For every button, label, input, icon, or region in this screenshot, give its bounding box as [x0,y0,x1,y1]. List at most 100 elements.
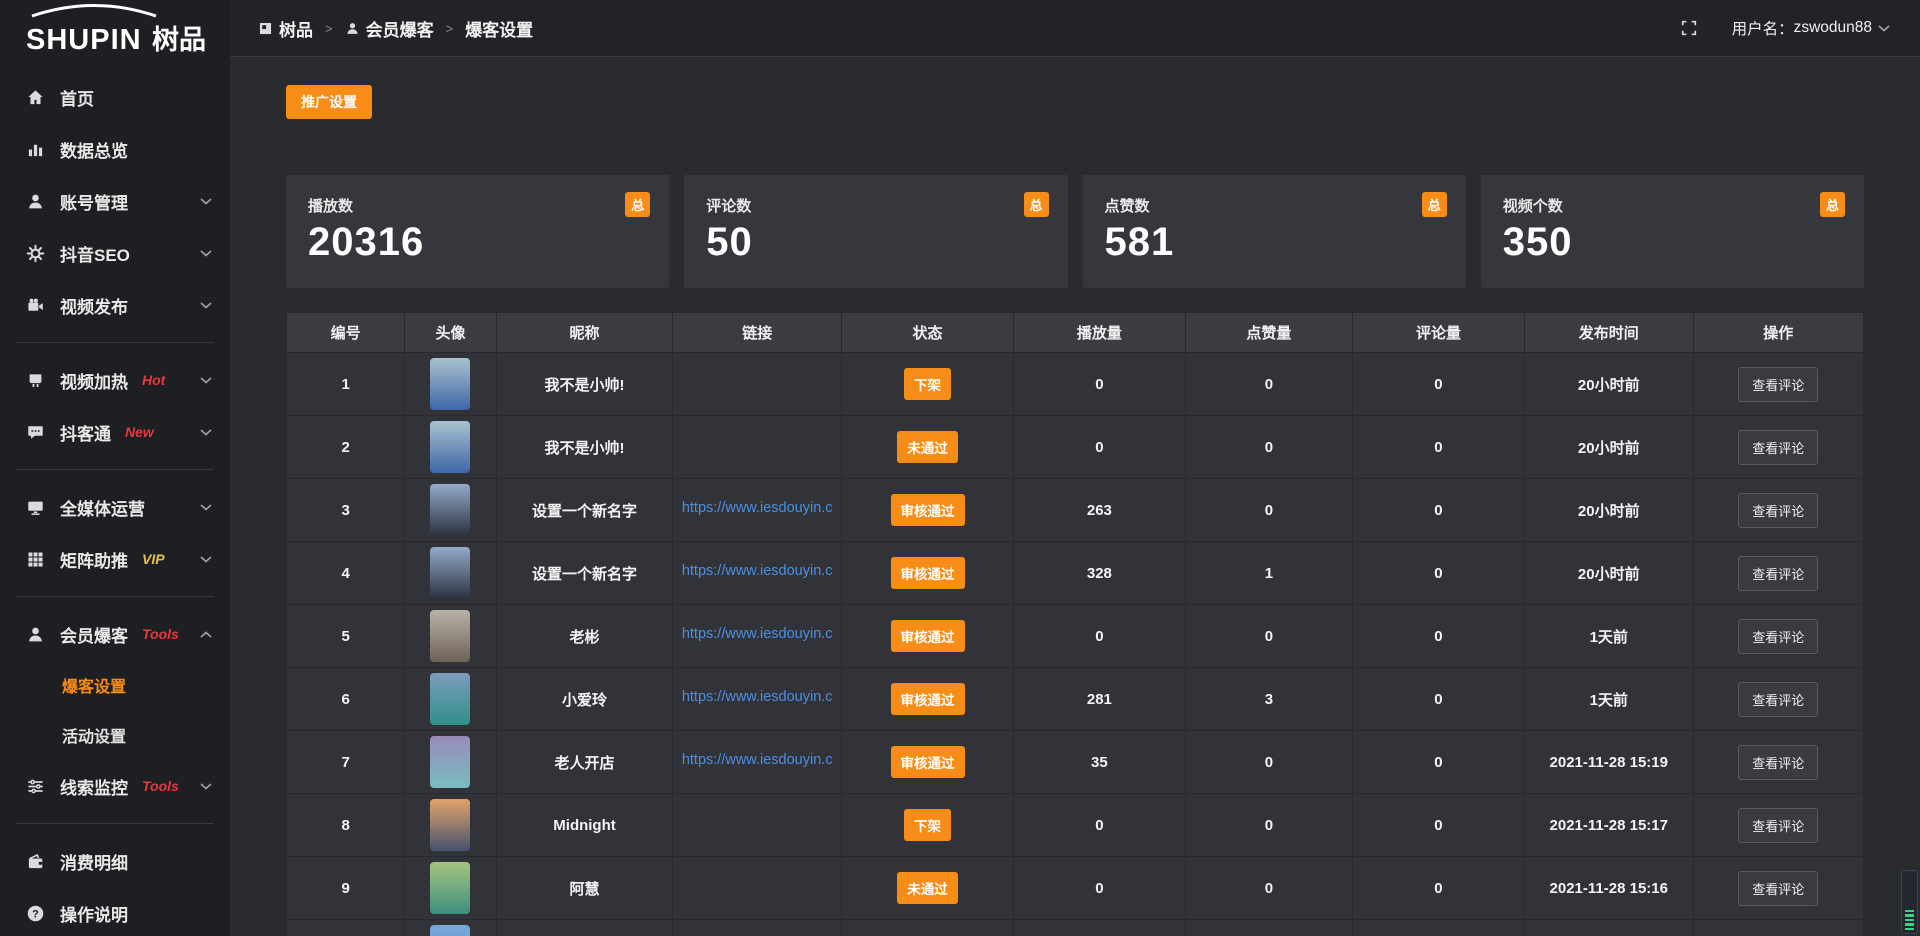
sidebar-subitem[interactable]: 爆客设置 [0,660,230,710]
view-comments-button[interactable]: 查看评论 [1738,556,1818,591]
cell-id: 9 [287,857,405,920]
sidebar-item-label: 首页 [60,85,94,110]
view-comments-button[interactable]: 查看评论 [1738,808,1818,843]
table-row: 8Midnight下架0002021-11-28 15:17查看评论 [287,794,1864,857]
sidebar-item[interactable]: 消费明细 [0,835,230,887]
user-icon [345,21,360,36]
sidebar-item[interactable]: 抖客通New [0,406,230,458]
sidebar-item-label: 会员爆客 [60,622,128,647]
cell-nickname: 设置一个新名字 [496,542,673,605]
status-badge[interactable]: 审核通过 [891,557,965,589]
status-badge[interactable]: 审核通过 [891,494,965,526]
cell-time: 1天前 [1524,605,1693,668]
table-row: 9阿慧未通过0002021-11-28 15:16查看评论 [287,857,1864,920]
view-comments-button[interactable]: 查看评论 [1738,871,1818,906]
promo-settings-button[interactable]: 推广设置 [286,85,372,119]
avatar [430,799,470,851]
sidebar-item-badge: Tools [142,778,179,794]
monitor-icon [26,498,45,517]
total-badge: 总 [625,192,650,217]
sidebar-item[interactable]: 账号管理 [0,175,230,227]
status-badge[interactable]: 审核通过 [891,746,965,778]
sidebar-item-badge: Hot [142,372,165,388]
sidebar-item[interactable]: 数据总览 [0,123,230,175]
view-comments-button[interactable]: 查看评论 [1738,493,1818,528]
user-menu[interactable]: 用户名： zswodun88 [1732,17,1890,39]
stat-value: 50 [706,220,1045,265]
chevron-down-icon [200,197,212,205]
view-comments-button[interactable]: 查看评论 [1738,745,1818,780]
main-area: 树品>会员爆客>爆客设置 用户名： zswodun88 推广设置 播放数2031… [230,0,1920,936]
breadcrumb-item[interactable]: 会员爆客 [345,16,434,41]
sidebar-item[interactable]: 视频加热Hot [0,354,230,406]
view-comments-button[interactable]: 查看评论 [1738,682,1818,717]
chevron-down-icon [200,503,212,511]
cell-likes: 0 [1185,857,1352,920]
column-header: 编号 [287,313,405,353]
avatar [430,736,470,788]
breadcrumb-item[interactable]: 树品 [258,16,313,41]
sidebar-nav: 首页数据总览账号管理抖音SEO视频发布视频加热Hot抖客通New 全媒体运营矩阵助… [0,71,230,936]
cell-nickname [496,920,673,936]
table-row [287,920,1864,936]
status-badge[interactable]: 下架 [904,368,951,400]
video-link[interactable]: https://www.iesdouyin.c [682,563,833,579]
fullscreen-icon[interactable] [1680,19,1698,37]
status-badge[interactable]: 审核通过 [891,683,965,715]
sidebar-item-badge: Tools [142,626,179,642]
stat-label: 视频个数 [1503,195,1842,216]
content: 推广设置 播放数20316总评论数50总点赞数581总视频个数350总 编号头像… [230,57,1920,936]
cell-plays: 0 [1013,605,1185,668]
column-header: 发布时间 [1524,313,1693,353]
sidebar-item[interactable]: 抖音SEO [0,227,230,279]
cell-id: 3 [287,479,405,542]
video-link[interactable]: https://www.iesdouyin.c [682,752,833,768]
sidebar-item[interactable]: 全媒体运营 [0,481,230,533]
column-header: 播放量 [1013,313,1185,353]
user-label: 用户名： [1732,17,1794,39]
view-comments-button[interactable]: 查看评论 [1738,619,1818,654]
breadcrumb-item[interactable]: 爆客设置 [465,16,533,41]
sidebar-item[interactable]: 矩阵助推VIP [0,533,230,585]
total-badge: 总 [1024,192,1049,217]
video-link[interactable]: https://www.iesdouyin.c [682,689,833,705]
stat-card: 点赞数581总 [1083,175,1466,288]
status-badge[interactable]: 未通过 [897,872,958,904]
status-badge[interactable]: 审核通过 [891,620,965,652]
stat-label: 点赞数 [1105,195,1444,216]
overlay-scroll-widget[interactable] [1901,870,1918,934]
video-link[interactable]: https://www.iesdouyin.c [682,626,833,642]
cell-time: 20小时前 [1524,416,1693,479]
cell-nickname: 老彬 [496,605,673,668]
breadcrumb-label: 爆客设置 [465,16,533,41]
avatar [430,547,470,599]
status-badge[interactable]: 下架 [904,809,951,841]
column-header: 状态 [842,313,1014,353]
avatar [430,673,470,725]
cell-id: 4 [287,542,405,605]
member-icon [26,625,45,644]
cell-comments: 0 [1353,857,1525,920]
svg-text:?: ? [32,908,39,920]
sidebar-item[interactable]: 视频发布 [0,279,230,331]
cell-id: 7 [287,731,405,794]
sidebar-item[interactable]: 线索监控Tools [0,760,230,812]
logo-arc [28,3,160,18]
cell-nickname: Midnight [496,794,673,857]
app-logo[interactable]: SHUPIN 树品 [0,0,230,57]
grid-icon [26,550,45,569]
help-icon: ? [26,904,45,923]
status-badge[interactable]: 未通过 [897,431,958,463]
sidebar-item[interactable]: 首页 [0,71,230,123]
view-comments-button[interactable]: 查看评论 [1738,430,1818,465]
sidebar-item[interactable]: ?操作说明 [0,887,230,936]
total-badge: 总 [1820,192,1845,217]
cell-id: 1 [287,353,405,416]
sidebar-subitem[interactable]: 活动设置 [0,710,230,760]
sidebar-item-label: 抖客通 [60,420,111,445]
video-link[interactable]: https://www.iesdouyin.c [682,500,833,516]
chevron-up-icon [200,630,212,638]
view-comments-button[interactable]: 查看评论 [1738,367,1818,402]
cell-time: 2021-11-28 15:17 [1524,794,1693,857]
sidebar-item[interactable]: 会员爆客 Tools [0,608,230,660]
